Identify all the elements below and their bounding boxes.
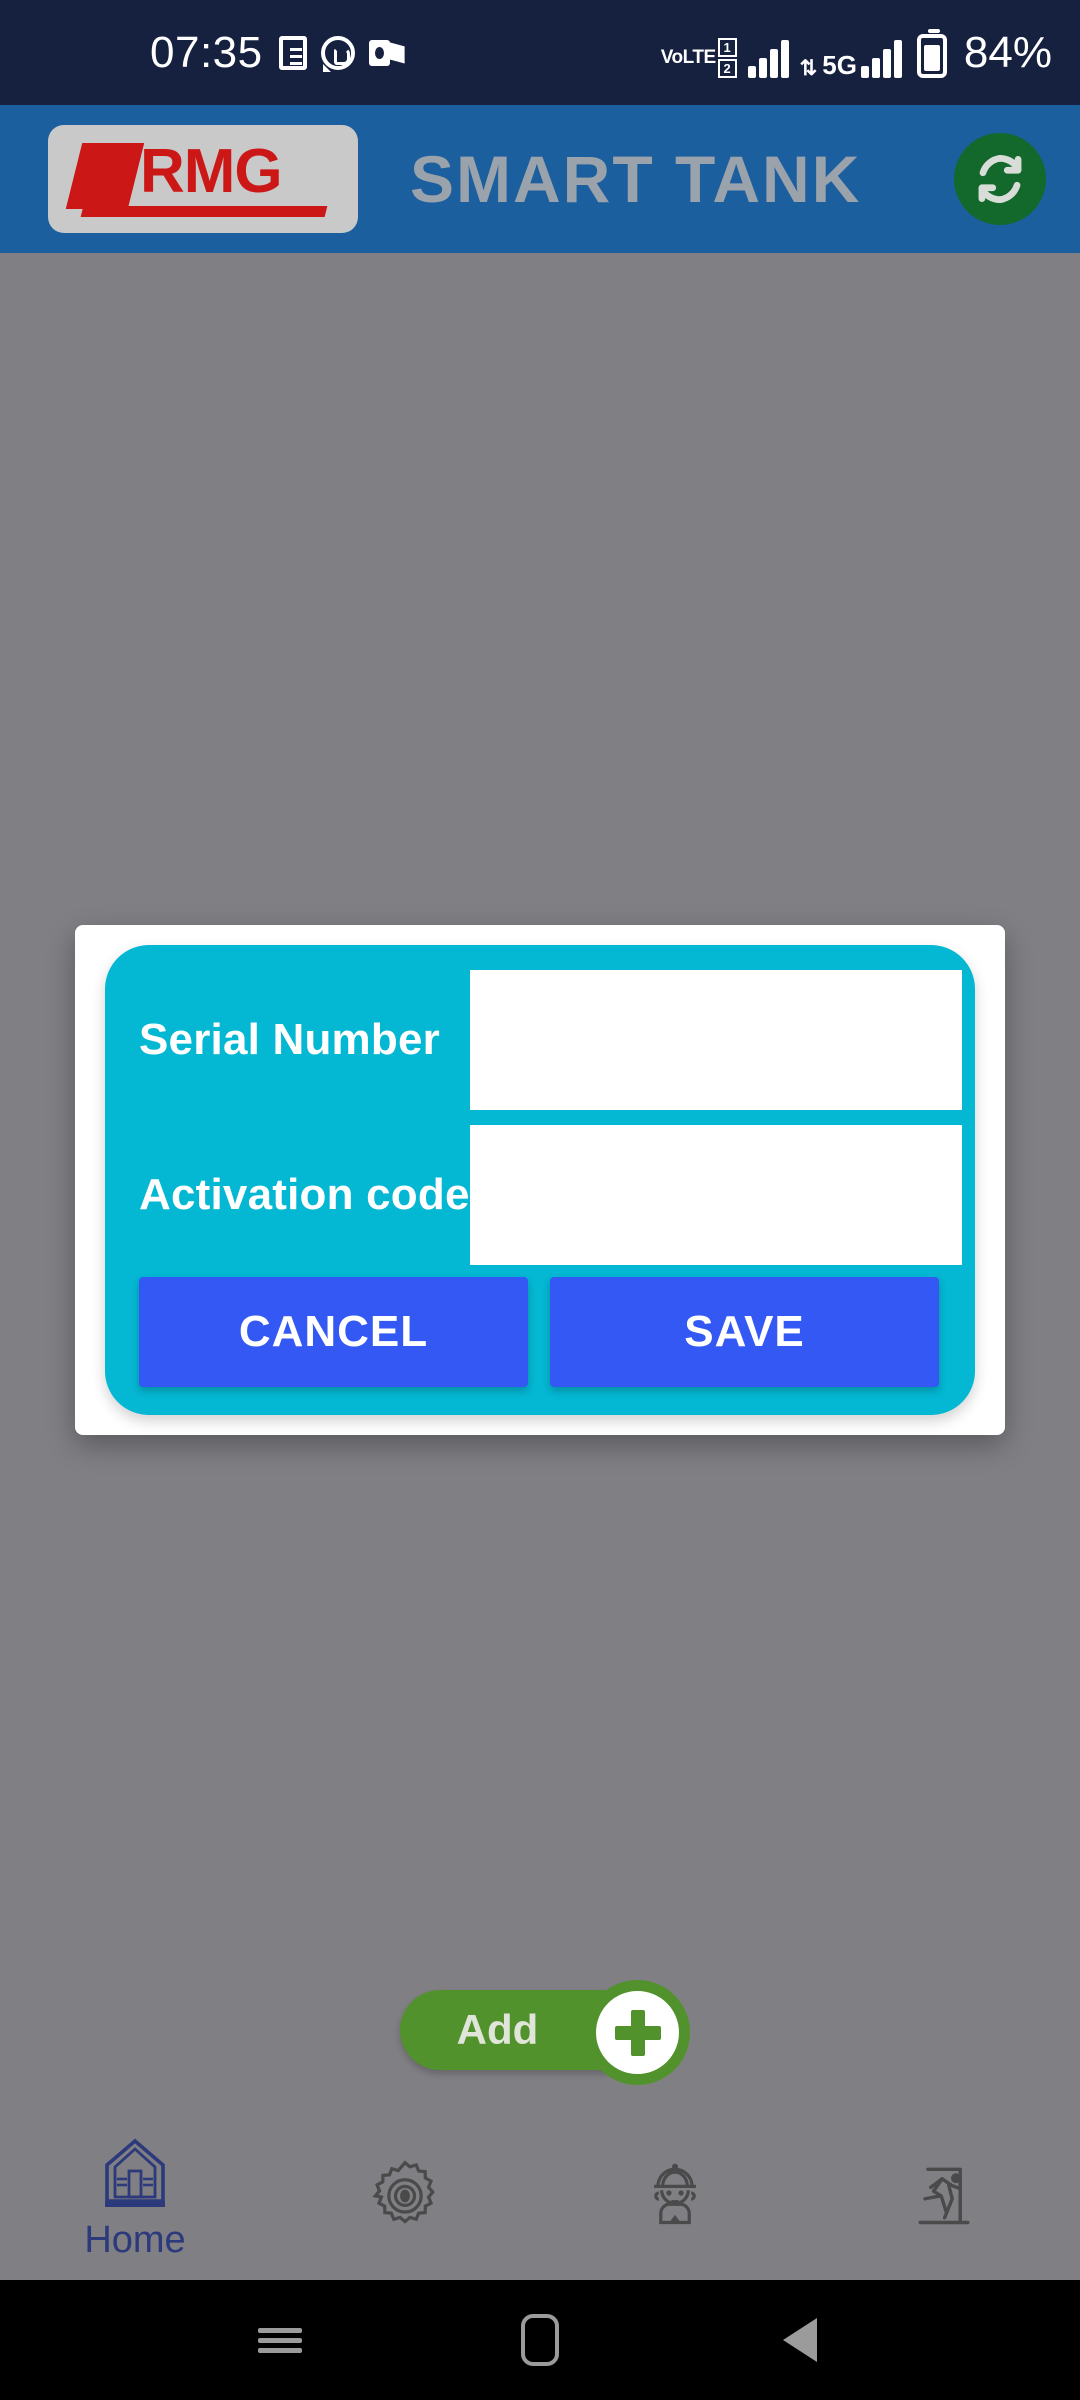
activation-code-input[interactable] <box>470 1125 962 1265</box>
status-bar-right: VoLTE 1 2 ⇅ 5G 84% <box>660 27 1052 80</box>
back-icon[interactable] <box>765 2305 835 2375</box>
refresh-icon <box>978 154 1022 204</box>
logo-l-shape <box>65 143 145 209</box>
sim-indicators: 1 2 <box>717 37 737 78</box>
dialog-button-row: CANCEL SAVE <box>139 1277 939 1387</box>
gear-icon <box>372 2160 435 2224</box>
data-network-indicator: ⇅ 5G <box>799 38 902 80</box>
volte-label: VoLTE <box>660 47 716 68</box>
nav-item-technician[interactable] <box>540 2106 810 2280</box>
nav-item-home-label: Home <box>84 2218 186 2261</box>
save-button[interactable]: SAVE <box>550 1277 939 1387</box>
dialog-panel: Serial Number Activation code CANCEL SAV… <box>105 945 975 1415</box>
signal-bars-sim2-icon <box>860 38 902 78</box>
exit-icon <box>918 2167 970 2225</box>
technician-icon <box>654 2163 696 2225</box>
activation-code-row: Activation code <box>105 1125 975 1265</box>
plus-circle-icon <box>585 1980 690 2085</box>
status-bar: 07:35 VoLTE 1 2 ⇅ 5G 84% <box>0 0 1080 105</box>
activation-dialog: Serial Number Activation code CANCEL SAV… <box>75 925 1005 1435</box>
logo-text: RMG <box>140 137 283 206</box>
sim2-indicator: 2 <box>717 58 737 78</box>
recents-icon[interactable] <box>245 2305 315 2375</box>
data-type-label: 5G <box>822 49 857 80</box>
note-icon <box>278 35 307 70</box>
status-bar-left: 07:35 <box>150 28 405 78</box>
status-bar-notification-icons <box>278 35 405 72</box>
serial-number-label: Serial Number <box>139 1015 440 1064</box>
cancel-button[interactable]: CANCEL <box>139 1277 528 1387</box>
volte-indicator: VoLTE 1 2 <box>660 37 737 78</box>
battery-percent-label: 84% <box>963 27 1052 77</box>
logo-underline <box>80 206 328 217</box>
serial-number-row: Serial Number <box>105 970 975 1110</box>
serial-number-input[interactable] <box>470 970 962 1110</box>
sim1-indicator: 1 <box>717 37 737 57</box>
nav-item-home[interactable]: Home <box>0 2106 270 2280</box>
refresh-button[interactable] <box>954 133 1046 225</box>
rmg-logo: RMG <box>48 125 358 233</box>
nav-item-exit[interactable] <box>810 2106 1080 2280</box>
activation-code-label: Activation code <box>139 1170 470 1219</box>
status-bar-clock: 07:35 <box>150 27 263 77</box>
signal-bars-sim1-icon <box>747 38 789 78</box>
app-bar: RMG SMART TANK <box>0 105 1080 253</box>
whatsapp-icon <box>320 35 355 72</box>
outlook-icon <box>368 38 405 68</box>
battery-icon <box>916 28 947 78</box>
home-icon[interactable] <box>505 2305 575 2375</box>
bottom-navigation: Home <box>0 2106 1080 2280</box>
updown-arrows-icon: ⇅ <box>799 56 818 80</box>
android-navigation-bar <box>0 2280 1080 2400</box>
page-title: SMART TANK <box>410 142 862 216</box>
nav-item-settings[interactable] <box>270 2106 540 2280</box>
add-button[interactable]: Add <box>400 1980 690 2085</box>
home-tank-icon <box>105 2138 165 2207</box>
